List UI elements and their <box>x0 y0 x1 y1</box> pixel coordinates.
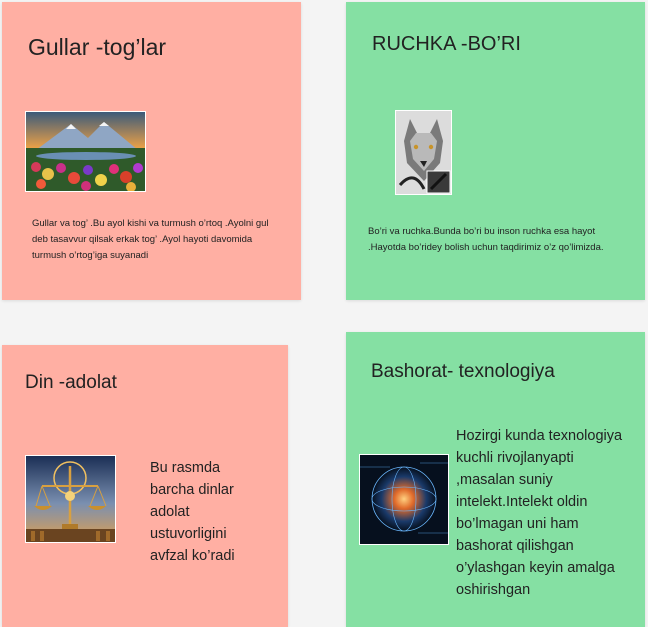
sticky-card-gullar-toglar[interactable]: Gullar -tog’lar Gullar va tog’ .Bu ayol … <box>2 2 301 300</box>
card-description: Bo’ri va ruchka.Bunda bo’ri bu inson ruc… <box>368 226 604 253</box>
card-title: RUCHKA -BO’RI <box>372 33 521 55</box>
card-description: Gullar va tog’ .Bu ayol kishi va turmush… <box>32 218 269 261</box>
sticky-card-bashorat-texnologiya[interactable]: Bashorat- texnologiya Hozirgi kunda texn… <box>346 332 645 627</box>
card-title: Gullar -tog’lar <box>28 34 167 60</box>
card-description: Bu rasmda barcha dinlar adolat ustuvorli… <box>150 460 235 564</box>
justice-scales-image[interactable] <box>25 455 116 543</box>
card-description: Hozirgi kunda texnologiya kuchli rivojla… <box>456 428 623 598</box>
wolf-pen-image[interactable] <box>395 110 452 195</box>
sticky-card-ruchka-bori[interactable]: RUCHKA -BO’RI Bo’ri va ruchka.Bunda bo’r… <box>346 2 645 300</box>
technology-globe-image[interactable] <box>359 454 449 545</box>
card-title: Bashorat- texnologiya <box>371 361 555 382</box>
card-title: Din -adolat <box>25 372 117 393</box>
mountain-flowers-image[interactable] <box>25 111 146 192</box>
sticky-card-din-adolat[interactable]: Din -adolat Bu rasmda barcha dinlar adol… <box>2 345 288 627</box>
